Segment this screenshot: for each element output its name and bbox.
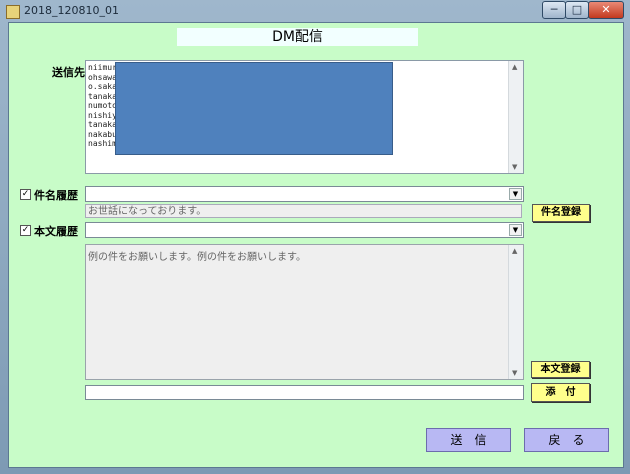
page-title: DM配信 — [177, 28, 418, 46]
app-icon — [6, 5, 20, 19]
subject-history-label: 件名履歴 — [34, 189, 78, 202]
scroll-up-icon[interactable]: ▲ — [512, 247, 517, 255]
scroll-down-icon[interactable]: ▼ — [512, 369, 517, 377]
body-history-label: 本文履歴 — [34, 225, 78, 238]
subject-history-checkbox[interactable]: ✓ — [20, 189, 31, 200]
send-button[interactable]: 送 信 — [426, 428, 511, 452]
scroll-up-icon[interactable]: ▲ — [512, 63, 517, 71]
chevron-down-icon[interactable]: ▼ — [509, 188, 522, 200]
recipients-scrollbar[interactable]: ▲ ▼ — [508, 61, 523, 173]
body-text: 例の件をお願いします。例の件をお願いします。 — [88, 252, 306, 263]
attachment-input[interactable] — [85, 385, 524, 400]
title-bar[interactable]: 2018_120810_01 ─ □ ✕ — [0, 0, 630, 22]
recipients-label: 送信先 — [52, 66, 85, 79]
chevron-down-icon[interactable]: ▼ — [509, 224, 522, 236]
maximize-button[interactable]: □ — [565, 1, 589, 19]
scroll-down-icon[interactable]: ▼ — [512, 163, 517, 171]
attach-button[interactable]: 添 付 — [531, 383, 590, 402]
app-window: 2018_120810_01 ─ □ ✕ DM配信 送信先 niimura oh… — [0, 0, 630, 474]
body-history-select[interactable]: ▼ — [85, 222, 524, 238]
body-history-checkbox[interactable]: ✓ — [20, 225, 31, 236]
close-button[interactable]: ✕ — [588, 1, 624, 19]
subject-history-select[interactable]: ▼ — [85, 186, 524, 202]
register-body-button[interactable]: 本文登録 — [531, 361, 590, 378]
register-subject-button[interactable]: 件名登録 — [532, 204, 590, 222]
back-button[interactable]: 戻 る — [524, 428, 609, 452]
redaction-block — [115, 62, 393, 155]
body-textarea[interactable]: 例の件をお願いします。例の件をお願いします。 ▲ ▼ — [85, 244, 524, 380]
window-title: 2018_120810_01 — [24, 4, 119, 17]
minimize-button[interactable]: ─ — [542, 1, 566, 19]
body-scrollbar[interactable]: ▲ ▼ — [508, 245, 523, 379]
subject-input[interactable]: お世話になっております。 — [85, 204, 522, 218]
